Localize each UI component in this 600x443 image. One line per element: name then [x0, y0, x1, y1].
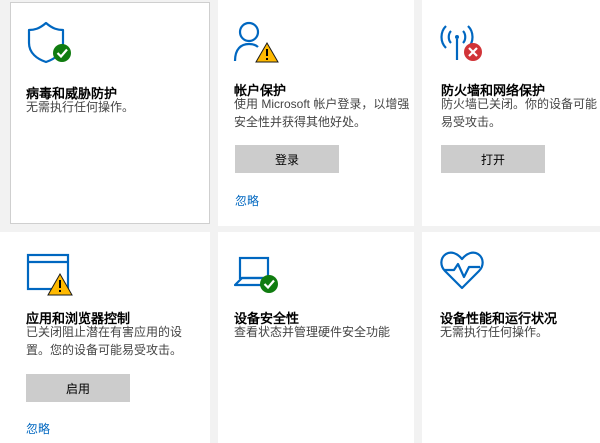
dismiss-link[interactable]: 忽略: [235, 192, 259, 209]
antenna-error-icon: [438, 20, 486, 69]
sign-in-button[interactable]: 登录: [235, 145, 339, 173]
tile-firewall-network-protection[interactable]: 防火墙和网络保护 防火墙已关闭。你的设备可能易受攻击。 打开: [422, 0, 600, 226]
tile-description: 无需执行任何操作。: [440, 325, 549, 339]
dismiss-link[interactable]: 忽略: [26, 420, 50, 437]
tile-description: 已关闭阻止潜在有害应用的设置。您的设备可能易受攻击。: [26, 325, 183, 357]
tile-app-browser-control[interactable]: 应用和浏览器控制 已关闭阻止潜在有害应用的设置。您的设备可能易受攻击。 启用 忽…: [0, 232, 210, 443]
browser-warning-icon: [26, 252, 74, 301]
enable-button[interactable]: 启用: [26, 374, 130, 402]
tile-virus-threat-protection[interactable]: 病毒和威胁防护 无需执行任何操作。: [10, 2, 210, 224]
tile-description: 无需执行任何操作。: [26, 100, 135, 114]
shield-check-icon: [26, 20, 74, 69]
tile-description: 查看状态并管理硬件安全功能: [234, 325, 391, 339]
tile-account-protection[interactable]: 帐户保护 使用 Microsoft 帐户登录，以增强安全性并获得其他好处。 登录…: [218, 0, 414, 226]
tile-description: 防火墙已关闭。你的设备可能易受攻击。: [441, 97, 598, 129]
tile-description: 使用 Microsoft 帐户登录，以增强安全性并获得其他好处。: [234, 97, 410, 129]
turn-on-button[interactable]: 打开: [441, 145, 545, 173]
tile-device-performance-health[interactable]: 设备性能和运行状况 无需执行任何操作。: [422, 232, 600, 443]
heart-pulse-icon: [440, 250, 488, 299]
person-warning-icon: [232, 19, 280, 68]
tile-device-security[interactable]: 设备安全性 查看状态并管理硬件安全功能: [218, 232, 414, 443]
laptop-check-icon: [233, 252, 282, 301]
